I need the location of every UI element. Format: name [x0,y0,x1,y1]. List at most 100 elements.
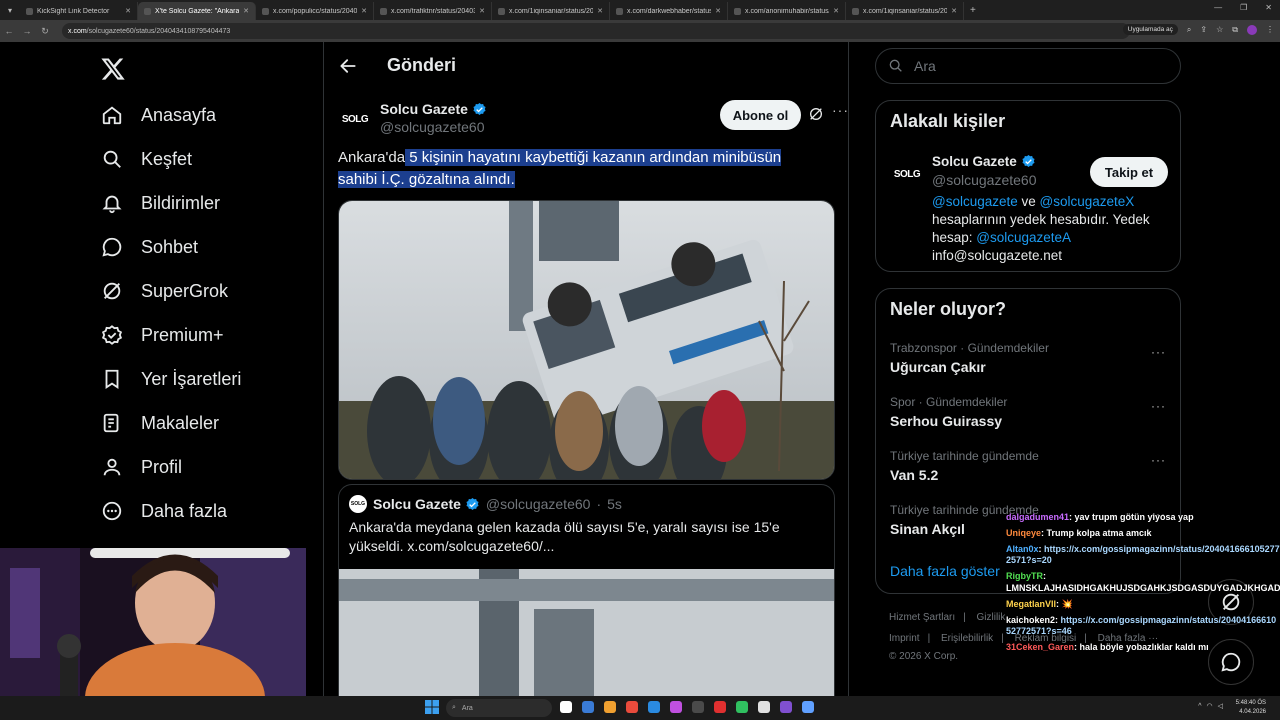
wifi-icon[interactable]: ◠ [1207,703,1218,710]
tab-search-menu[interactable]: ▾ [0,0,20,20]
tab-close-icon[interactable]: ✕ [243,7,249,15]
volume-icon[interactable]: ◁ [1218,703,1228,710]
tab-label: X'te Solcu Gazete: "Ankara'da 5 [155,7,240,15]
tab-close-icon[interactable]: ✕ [479,7,485,15]
browser-tab[interactable]: KickSight Link Detector ✕ [20,2,138,20]
search-input[interactable]: Ara [875,48,1181,84]
share-icon[interactable]: ⇪ [1200,25,1207,34]
reload-button[interactable]: ↻ [36,26,54,37]
windows-start-icon[interactable] [425,700,439,714]
author-name[interactable]: Solcu Gazete [380,101,468,117]
x-logo-icon[interactable] [100,56,126,82]
browser-tab[interactable]: x.com/anonimuhabir/status/20 ✕ [728,2,846,20]
taskbar-app-icon[interactable] [780,701,792,713]
url-field[interactable]: x.com/solcugazete60/status/2040434108795… [62,23,1130,39]
tab-close-icon[interactable]: ✕ [715,7,721,15]
subscribe-button[interactable]: Abone ol [720,100,801,130]
bio-link-solcugazetea[interactable]: @solcugazeteA [976,230,1070,245]
close-window-button[interactable]: ✕ [1265,3,1272,12]
browser-tab[interactable]: x.com/1iqinsaniar/status/20403✕ [492,2,610,20]
chat-text: hala böyle yobazlıklar kaldı mı [1079,642,1209,653]
sidebar-item-9[interactable]: Profil [100,452,182,482]
show-more-link[interactable]: Daha fazla göster [890,563,1000,579]
chat-text[interactable]: https://x.com/gossipmagazinn/status/2040… [1006,544,1280,566]
open-in-app-chip[interactable]: Uygulamada aç [1122,24,1178,35]
taskbar-app-icon[interactable] [736,701,748,713]
grok-icon[interactable] [808,106,824,122]
quoted-post-card[interactable]: SOLG Solcu Gazete @solcugazete60 · 5s An… [338,484,835,696]
bio-link-solcugazetex[interactable]: @solcugazeteX [1040,194,1135,209]
tab-close-icon[interactable]: ✕ [125,7,131,15]
maximize-button[interactable]: ❐ [1240,3,1247,12]
trend-more-icon[interactable]: ··· [1151,399,1166,413]
trend-item[interactable]: Spor · Gündemdekiler Serhou Guirassy [890,395,1007,429]
extensions-icon[interactable]: ⧉ [1232,25,1238,35]
home-icon [100,103,124,127]
browser-tab[interactable]: X'te Solcu Gazete: "Ankara'da 5✕ [138,2,256,20]
forward-nav-button[interactable]: → [18,26,36,36]
trend-more-icon[interactable]: ··· [1151,345,1166,359]
taskbar-app-icon[interactable] [670,701,682,713]
taskbar-app-icon[interactable] [560,701,572,713]
browser-tab[interactable]: x.com/populicc/status/2040078✕ [256,2,374,20]
post-image[interactable] [338,200,835,480]
taskbar-app-icon[interactable] [648,701,660,713]
taskbar-search[interactable]: ⌕ Ara [446,699,552,717]
taskbar-app-icon[interactable] [692,701,704,713]
author-handle[interactable]: @solcugazete60 [380,119,485,135]
taskbar-clock[interactable]: 5:48:40 ÖS 4.04.2026 [1236,699,1266,717]
bio-link-solcugazete[interactable]: @solcugazete [932,194,1018,209]
footer-link[interactable]: Imprint [889,633,920,644]
chat-text: 💥 [1061,598,1073,609]
related-name[interactable]: Solcu Gazete [932,154,1017,169]
sidebar-item-7[interactable]: Yer İşaretleri [100,364,241,394]
taskbar-app-icon[interactable] [582,701,594,713]
profile-avatar[interactable] [1247,24,1257,35]
new-tab-button[interactable]: + [970,5,976,16]
trend-item[interactable]: Trabzonspor · Gündemdekiler Uğurcan Çakır [890,341,1049,375]
sidebar-item-5[interactable]: SuperGrok [100,276,228,306]
related-name-row[interactable]: Solcu Gazete [932,154,1036,169]
footer-link[interactable]: Erişilebilirlik [941,633,993,644]
taskbar-app-icon[interactable] [758,701,770,713]
star-icon[interactable]: ☆ [1216,25,1223,34]
footer-link[interactable]: Gizlilik [977,612,1006,623]
sidebar-item-8[interactable]: Makaleler [100,408,219,438]
chat-username: MegatlanVII [1006,598,1057,609]
sidebar-item-10[interactable]: Daha fazla [100,496,227,526]
tab-close-icon[interactable]: ✕ [597,7,603,15]
related-handle[interactable]: @solcugazete60 [932,172,1037,188]
taskbar-app-icon[interactable] [604,701,616,713]
zoom-icon[interactable]: ⌕ [1187,25,1191,35]
back-nav-button[interactable]: ← [0,26,18,36]
sidebar-item-1[interactable]: Anasayfa [100,100,216,130]
sidebar-item-6[interactable]: Premium+ [100,320,224,350]
tab-close-icon[interactable]: ✕ [833,7,839,15]
more-options-icon[interactable]: ··· [832,102,849,118]
browser-tab[interactable]: x.com/1iqinsaniar/status/2040 ✕ [846,2,964,20]
browser-menu-icon[interactable]: ⋮ [1266,25,1274,34]
tab-close-icon[interactable]: ✕ [951,7,957,15]
tab-label: KickSight Link Detector [37,7,110,15]
follow-button[interactable]: Takip et [1090,157,1168,187]
sidebar-item-4[interactable]: Sohbet [100,232,198,262]
tray-chevron-icon[interactable]: ^ [1198,703,1206,710]
footer-link[interactable]: Hizmet Şartları [889,612,955,623]
sidebar-item-2[interactable]: Keşfet [100,144,192,174]
search-icon [889,59,902,72]
taskbar-app-icon[interactable] [714,701,726,713]
related-avatar[interactable]: SOLG [890,157,924,191]
tab-close-icon[interactable]: ✕ [361,7,367,15]
url-path: /solcugazete60/status/204043410879540447… [86,27,231,35]
back-arrow-icon[interactable] [338,56,358,76]
author-name-row[interactable]: Solcu Gazete [380,101,487,117]
browser-tab[interactable]: x.com/darkwebhaber/status/20✕ [610,2,728,20]
browser-tab[interactable]: x.com/trafiktnr/status/2040324✕ [374,2,492,20]
trend-more-icon[interactable]: ··· [1151,453,1166,467]
minimize-button[interactable]: — [1214,3,1222,12]
author-avatar[interactable]: SOLG [338,102,372,136]
trend-item[interactable]: Türkiye tarihinde gündemde Van 5.2 [890,449,1039,483]
taskbar-app-icon[interactable] [626,701,638,713]
sidebar-item-3[interactable]: Bildirimler [100,188,220,218]
taskbar-app-icon[interactable] [802,701,814,713]
